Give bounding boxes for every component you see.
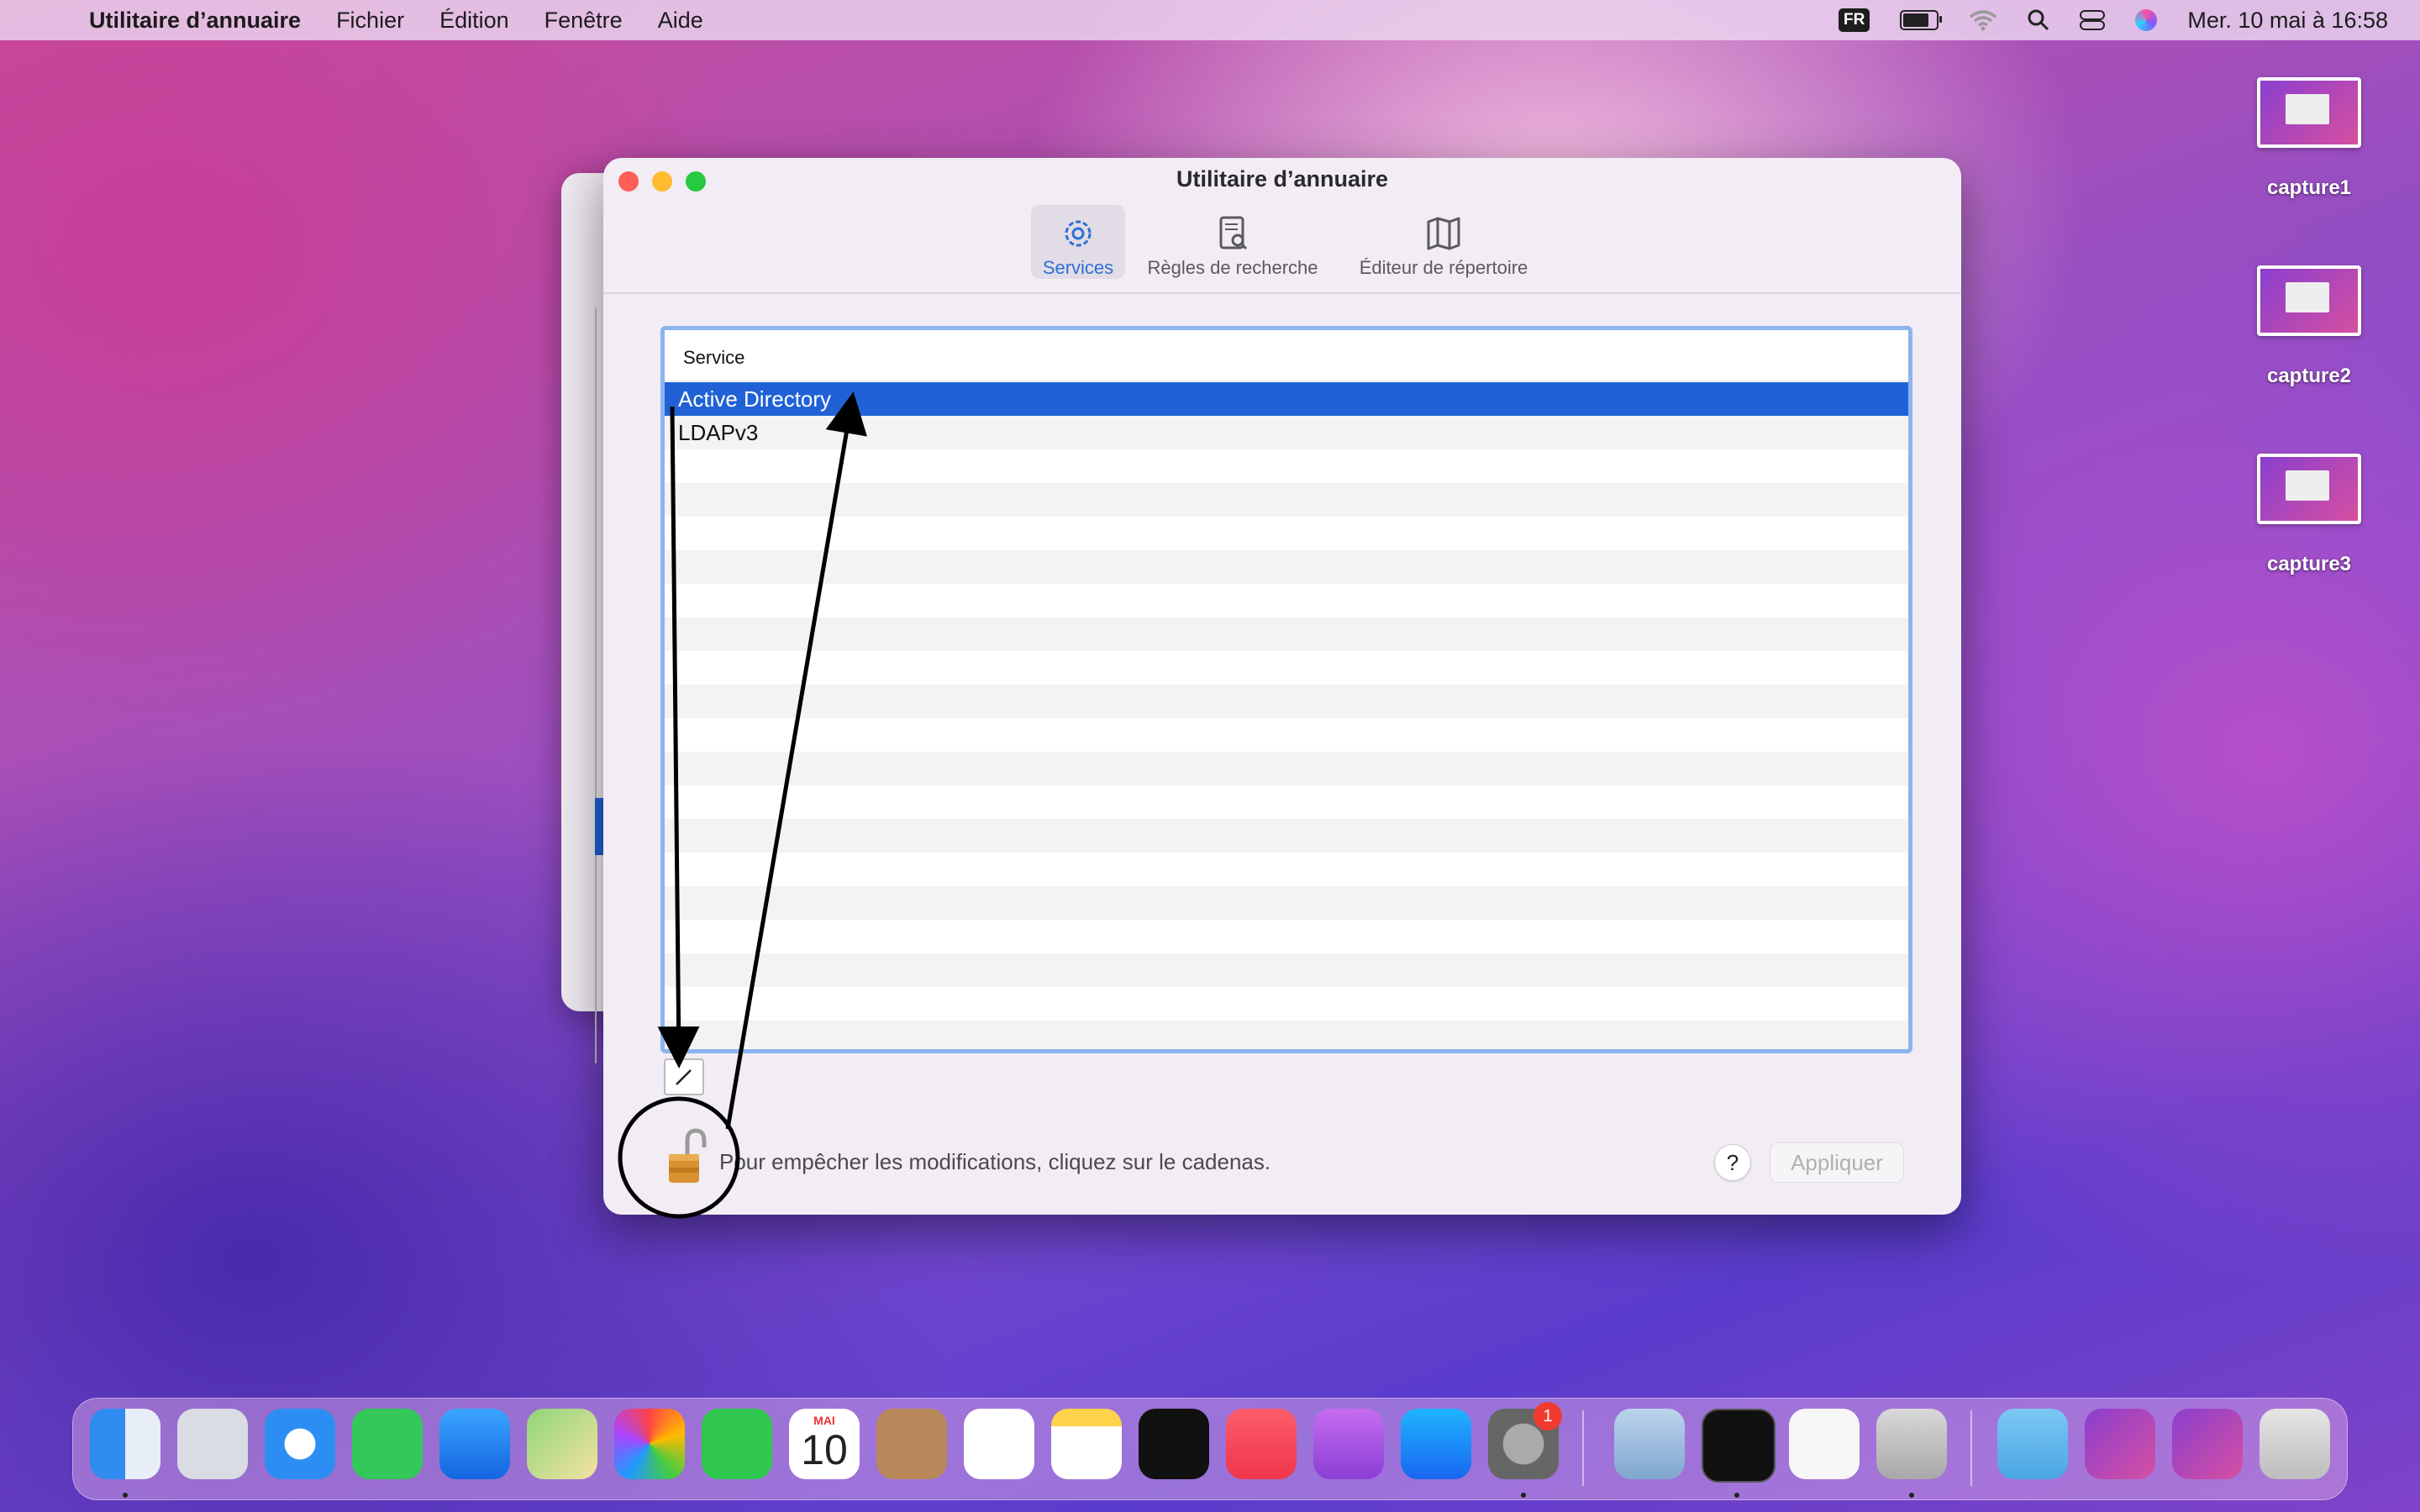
messages-icon[interactable] — [352, 1409, 423, 1479]
edit-service-button[interactable] — [664, 1058, 704, 1095]
photos-icon[interactable] — [614, 1409, 685, 1479]
app-menus: Utilitaire d’annuaire Fichier Édition Fe… — [89, 0, 703, 40]
menu-fichier[interactable]: Fichier — [336, 8, 404, 34]
desktop-file-label: capture2 — [2266, 365, 2352, 387]
services-table[interactable]: Service Active Directory LDAPv3 — [660, 326, 1912, 1053]
tab-directory-editor-label: Éditeur de répertoire — [1359, 257, 1528, 278]
screenshot-thumbnail-icon — [2257, 77, 2361, 148]
textedit-icon[interactable] — [1789, 1409, 1860, 1479]
pencil-icon — [676, 1069, 692, 1085]
screenshot-thumbnail-icon — [2257, 454, 2361, 524]
services-list: Active Directory LDAPv3 — [665, 382, 1908, 1049]
toolbar: Services Règles de recherche Éditeur de … — [603, 205, 1961, 289]
notification-badge: 1 — [1534, 1402, 1562, 1431]
calendar-icon[interactable]: MAI 10 — [789, 1409, 860, 1479]
directory-utility-window: Utilitaire d’annuaire Services Règles de… — [603, 158, 1961, 1215]
contacts-icon[interactable] — [876, 1409, 947, 1479]
lock-button[interactable] — [662, 1124, 713, 1195]
directory-utility-icon[interactable] — [1876, 1409, 1947, 1479]
tab-search-rules-label: Règles de recherche — [1147, 257, 1318, 278]
help-button[interactable]: ? — [1714, 1144, 1751, 1181]
menu-fenetre[interactable]: Fenêtre — [544, 8, 623, 34]
dock-separator — [1970, 1410, 1972, 1486]
menu-aide[interactable]: Aide — [658, 8, 703, 34]
desktop-file-label: capture3 — [2266, 553, 2352, 575]
table-row[interactable]: LDAPv3 — [665, 416, 1908, 449]
lock-hint-text: Pour empêcher les modifications, cliquez… — [719, 1149, 1271, 1174]
status-area: FR Mer. 10 mai à 16:58 — [1839, 0, 2388, 40]
facetime-icon[interactable] — [702, 1409, 772, 1479]
maps-icon[interactable] — [527, 1409, 597, 1479]
app-store-icon[interactable] — [1401, 1409, 1471, 1479]
trash-icon[interactable] — [2260, 1409, 2330, 1479]
desktop-file-capture1[interactable]: capture1 — [2233, 77, 2385, 200]
running-indicator — [1909, 1493, 1914, 1498]
terminal-icon[interactable] — [1702, 1409, 1776, 1483]
input-source-indicator[interactable]: FR — [1839, 8, 1870, 32]
toolbar-divider — [603, 292, 1961, 294]
unlocked-padlock-icon — [669, 1128, 707, 1183]
tab-services[interactable]: Services — [1031, 205, 1125, 279]
tab-services-label: Services — [1042, 257, 1114, 278]
dock: MAI 10 1 — [72, 1398, 2348, 1500]
launchpad-icon[interactable] — [177, 1409, 248, 1479]
notes-icon[interactable] — [1051, 1409, 1122, 1479]
finder-icon[interactable] — [90, 1409, 160, 1479]
menu-app-name[interactable]: Utilitaire d’annuaire — [89, 8, 301, 34]
desktop-file-label: capture1 — [2266, 176, 2352, 199]
clock[interactable]: Mer. 10 mai à 16:58 — [2187, 8, 2388, 34]
screenshot-stack-icon[interactable] — [2172, 1409, 2243, 1479]
gear-icon — [1065, 220, 1092, 247]
calendar-day: 10 — [801, 1426, 848, 1473]
running-indicator — [1734, 1493, 1739, 1498]
spotlight-search-icon[interactable] — [2028, 9, 2049, 31]
screenshot-thumbnail-icon — [2257, 265, 2361, 336]
downloads-folder-icon[interactable] — [1997, 1409, 2068, 1479]
podcasts-icon[interactable] — [1313, 1409, 1384, 1479]
running-indicator — [123, 1493, 128, 1498]
menu-edition[interactable]: Édition — [439, 8, 509, 34]
control-center-icon[interactable] — [2080, 10, 2106, 30]
siri-icon[interactable] — [2135, 9, 2158, 31]
desktop-file-capture2[interactable]: capture2 — [2233, 265, 2385, 388]
safari-icon[interactable] — [265, 1409, 335, 1479]
tab-directory-editor[interactable]: Éditeur de répertoire — [1334, 205, 1553, 279]
battery-icon[interactable] — [1900, 10, 1943, 30]
document-search-icon — [1219, 216, 1248, 250]
apply-button[interactable]: Appliquer — [1770, 1142, 1904, 1183]
preview-icon[interactable] — [1614, 1409, 1685, 1479]
screenshot-stack-icon[interactable] — [2085, 1409, 2155, 1479]
tab-search-rules[interactable]: Règles de recherche — [1129, 205, 1336, 279]
map-icon — [1427, 217, 1460, 250]
table-row[interactable]: Active Directory — [665, 382, 1908, 416]
music-icon[interactable] — [1226, 1409, 1297, 1479]
apple-tv-icon[interactable] — [1139, 1409, 1209, 1479]
wifi-icon[interactable] — [1969, 9, 1997, 31]
background-window-selection — [595, 798, 603, 855]
running-indicator — [1521, 1493, 1526, 1498]
column-header-service[interactable]: Service — [665, 330, 1908, 381]
reminders-icon[interactable] — [964, 1409, 1034, 1479]
dock-separator — [1582, 1410, 1584, 1486]
menu-bar: Utilitaire d’annuaire Fichier Édition Fe… — [0, 0, 2420, 40]
mail-icon[interactable] — [439, 1409, 510, 1479]
window-title: Utilitaire d’annuaire — [1176, 166, 1389, 192]
desktop-file-capture3[interactable]: capture3 — [2233, 454, 2385, 576]
